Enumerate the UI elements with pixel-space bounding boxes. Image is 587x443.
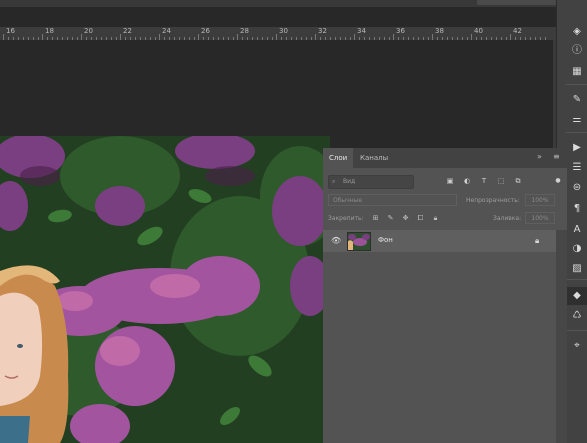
document-image[interactable]	[0, 136, 330, 443]
dock-separator	[566, 330, 587, 331]
lock-position-icon[interactable]: ✥	[401, 214, 410, 223]
ruler-mark: 28	[240, 27, 249, 35]
lock-image-icon[interactable]: ✎	[386, 214, 395, 223]
layer-thumbnail	[347, 232, 371, 251]
ruler-mark: 30	[279, 27, 288, 35]
lock-label: Закрепить:	[328, 215, 364, 222]
filter-smart-object-icon[interactable]: ⧉	[513, 176, 523, 186]
dock-separator	[566, 84, 587, 85]
horizontal-ruler: 16 18 20 22 24 26 28 30 32 34 36 38 40 42	[0, 27, 556, 41]
layer-filter-search[interactable]: ⌕ Вид	[328, 175, 414, 189]
search-placeholder: Вид	[343, 178, 356, 185]
ruler-mark: 22	[123, 27, 132, 35]
path-icon[interactable]: ⌖	[571, 340, 583, 352]
filter-type-icon[interactable]: T	[479, 176, 489, 186]
play-icon[interactable]: ▶	[571, 142, 583, 154]
ruler-mark: 32	[318, 27, 327, 35]
layers-panel-icon[interactable]: ◆	[571, 290, 583, 302]
filter-pixel-icon[interactable]: ▣	[445, 176, 455, 186]
color-circle-icon[interactable]: ◑	[571, 243, 583, 255]
ruler-mark: 40	[474, 27, 483, 35]
ruler-mark: 36	[396, 27, 405, 35]
tab-channels[interactable]: Каналы	[354, 148, 394, 168]
color-swatch-icon[interactable]: ♺	[571, 310, 583, 322]
lock-all-icon[interactable]: 🔒︎	[431, 214, 440, 223]
ruler-mark: 26	[201, 27, 210, 35]
sliders-icon[interactable]: ⚌	[571, 114, 583, 126]
ruler-mark: 18	[45, 27, 54, 35]
list-icon[interactable]: ☰	[571, 162, 583, 174]
search-icon: ⌕	[332, 178, 336, 185]
opacity-input[interactable]: 100%	[525, 194, 555, 206]
adjust-icon[interactable]: ⊜	[571, 182, 583, 194]
layers-scrollbar[interactable]	[556, 230, 567, 443]
filter-toggle-icon[interactable]: ●	[553, 176, 563, 186]
options-bar	[0, 0, 587, 7]
layer-lock-icon: 🔒︎	[535, 236, 540, 245]
brush-tool-icon[interactable]: ✎	[571, 94, 583, 106]
ruler-mark: 42	[513, 27, 522, 35]
panel-menu-icon[interactable]: ≡	[553, 152, 560, 161]
lock-artboard-icon[interactable]: ⧠	[416, 214, 425, 223]
eye-icon[interactable]: 👁︎	[331, 236, 341, 246]
panel-tabbar: Слои Каналы » ≡	[323, 148, 567, 168]
collapse-icon[interactable]: »	[537, 152, 542, 161]
lock-transparent-icon[interactable]: ⊞	[371, 214, 380, 223]
character-icon[interactable]: A	[571, 224, 583, 236]
lilac-photo	[0, 136, 330, 443]
info-icon[interactable]: ⓘ	[571, 45, 583, 57]
ruler-mark: 16	[6, 27, 15, 35]
layers-panel: Слои Каналы » ≡ ⌕ Вид ▣ ◐ T ⬚ ⧉ ● Обычны…	[323, 148, 567, 443]
ruler-mark: 34	[357, 27, 366, 35]
grid-icon[interactable]: ▦	[571, 66, 583, 78]
fill-label: Заливка:	[493, 215, 522, 222]
fill-input[interactable]: 100%	[525, 212, 555, 224]
filter-adjustment-icon[interactable]: ◐	[462, 176, 472, 186]
filter-shape-icon[interactable]: ⬚	[496, 176, 506, 186]
photoshop-window: 16 18 20 22 24 26 28 30 32 34 36 38 40 42	[0, 0, 587, 443]
ruler-mark: 20	[84, 27, 93, 35]
paragraph-icon[interactable]: ¶	[571, 203, 583, 215]
layer-row[interactable]: 👁︎ Фон 🔒︎	[323, 230, 556, 252]
opacity-label: Непрозрачность:	[466, 197, 520, 204]
layer-name[interactable]: Фон	[378, 235, 393, 246]
ruler-mark: 38	[435, 27, 444, 35]
dock-separator	[566, 132, 587, 133]
dock-separator	[566, 279, 587, 280]
tab-layers[interactable]: Слои	[323, 148, 354, 168]
layers-stack-icon[interactable]: ◈	[571, 26, 583, 38]
ruler-mark: 24	[162, 27, 171, 35]
blend-mode-select[interactable]: Обычные	[328, 194, 457, 206]
image-icon[interactable]: ▨	[571, 263, 583, 275]
